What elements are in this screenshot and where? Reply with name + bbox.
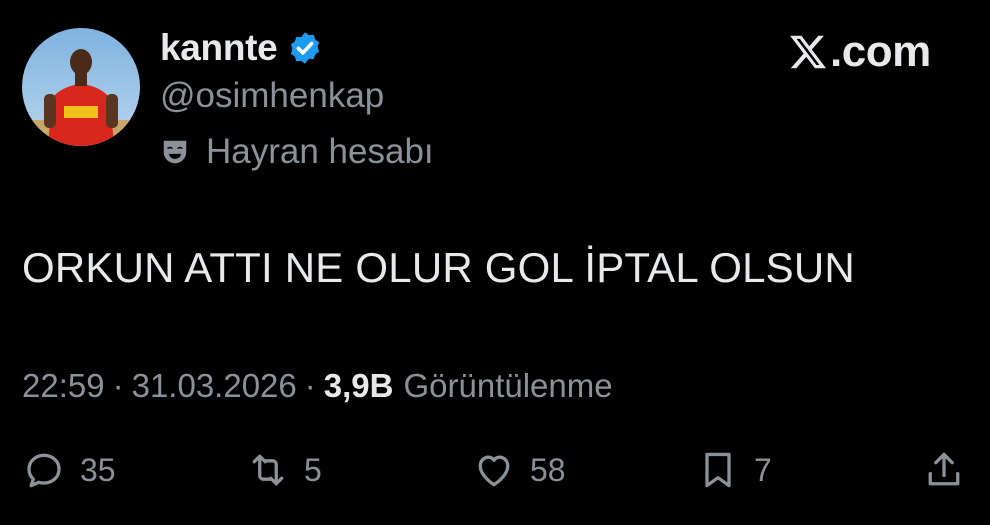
- avatar-image: [22, 28, 140, 146]
- repost-button[interactable]: 5: [246, 440, 322, 500]
- reply-button[interactable]: 35: [22, 440, 116, 500]
- repost-icon: [252, 454, 284, 486]
- views-label: Görüntülenme: [403, 367, 613, 404]
- bookmark-count: 7: [754, 451, 772, 488]
- reply-icon: [27, 453, 61, 488]
- x-brand: .com: [788, 27, 931, 76]
- bookmark-button[interactable]: 7: [696, 440, 772, 500]
- share-icon: [928, 452, 960, 486]
- like-count: 58: [530, 451, 566, 488]
- author-handle[interactable]: @osimhenkap: [160, 76, 384, 116]
- bookmark-icon: [705, 452, 731, 488]
- verified-badge-icon[interactable]: [287, 30, 323, 66]
- avatar[interactable]: [22, 28, 140, 146]
- author-name-row: kannte: [160, 24, 323, 72]
- repost-count: 5: [304, 451, 322, 488]
- action-bar: 35 5 58 7: [0, 440, 990, 500]
- account-label: Hayran hesabı: [160, 130, 434, 174]
- post-text: ORKUN ATTI NE OLUR GOL İPTAL OLSUN: [22, 244, 855, 291]
- like-button[interactable]: 58: [472, 440, 566, 500]
- meta-separator: ·: [304, 367, 316, 404]
- x-logo-icon: [790, 35, 827, 69]
- reply-count: 35: [80, 451, 116, 488]
- meta-separator: ·: [112, 367, 124, 404]
- views-count: 3,9B: [323, 367, 394, 404]
- display-name[interactable]: kannte: [160, 27, 278, 69]
- heart-icon: [478, 455, 510, 487]
- post-date[interactable]: 31.03.2026: [132, 367, 297, 405]
- theater-mask-icon: [163, 140, 187, 164]
- account-label-text: Hayran hesabı: [206, 132, 434, 171]
- post-meta: 22:59 · 31.03.2026 · 3,9B Görüntülenme: [22, 364, 613, 408]
- post-time[interactable]: 22:59: [22, 367, 105, 405]
- share-button[interactable]: [922, 440, 966, 500]
- x-brand-domain: .com: [830, 27, 931, 76]
